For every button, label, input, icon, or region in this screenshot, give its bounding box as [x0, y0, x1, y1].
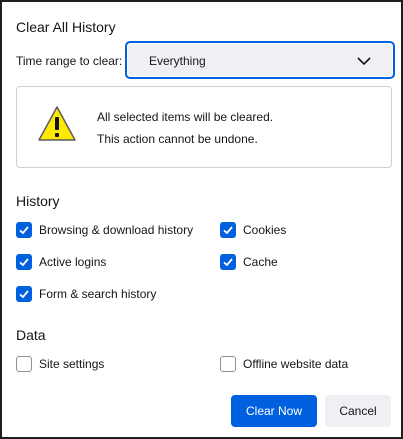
- cancel-button[interactable]: Cancel: [325, 395, 391, 427]
- checkbox-form-search-history[interactable]: Form & search history: [16, 285, 156, 303]
- checkmark-icon: [223, 258, 233, 267]
- checkmark-icon: [223, 226, 233, 235]
- chevron-down-icon: [357, 57, 371, 66]
- dialog-title: Clear All History: [16, 19, 116, 35]
- checkbox-label: Offline website data: [243, 357, 349, 371]
- checkbox-label: Cache: [243, 255, 278, 269]
- checkbox-box[interactable]: [220, 356, 236, 372]
- checkbox-label: Cookies: [243, 223, 287, 237]
- checkbox-browsing-history[interactable]: Browsing & download history: [16, 221, 193, 239]
- checkbox-cache[interactable]: Cache: [220, 253, 278, 271]
- checkbox-box[interactable]: [16, 286, 32, 302]
- warning-line-1: All selected items will be cleared.: [97, 110, 274, 124]
- checkbox-box[interactable]: [16, 254, 32, 270]
- clear-now-button[interactable]: Clear Now: [231, 395, 317, 427]
- warning-triangle-icon: [38, 106, 76, 141]
- checkbox-active-logins[interactable]: Active logins: [16, 253, 106, 271]
- time-range-label: Time range to clear:: [16, 54, 123, 68]
- checkbox-label: Form & search history: [39, 287, 157, 301]
- checkbox-box[interactable]: [220, 222, 236, 238]
- checkmark-icon: [19, 226, 29, 235]
- checkbox-site-settings[interactable]: Site settings: [16, 355, 104, 373]
- checkbox-label: Browsing & download history: [39, 223, 194, 237]
- checkbox-label: Active logins: [39, 255, 107, 269]
- warning-line-2: This action cannot be undone.: [97, 132, 258, 146]
- checkbox-offline-website-data[interactable]: Offline website data: [220, 355, 348, 373]
- checkbox-cookies[interactable]: Cookies: [220, 221, 286, 239]
- checkbox-box[interactable]: [16, 356, 32, 372]
- clear-history-dialog: Clear All History Time range to clear: E…: [0, 0, 403, 439]
- checkbox-label: Site settings: [39, 357, 105, 371]
- warning-box: All selected items will be cleared. This…: [16, 86, 392, 168]
- checkmark-icon: [19, 290, 29, 299]
- checkbox-box[interactable]: [16, 222, 32, 238]
- history-heading: History: [16, 193, 60, 209]
- checkmark-icon: [19, 258, 29, 267]
- time-range-select[interactable]: Everything: [125, 41, 395, 79]
- checkbox-box[interactable]: [220, 254, 236, 270]
- data-heading: Data: [16, 327, 46, 343]
- time-range-value: Everything: [149, 54, 206, 68]
